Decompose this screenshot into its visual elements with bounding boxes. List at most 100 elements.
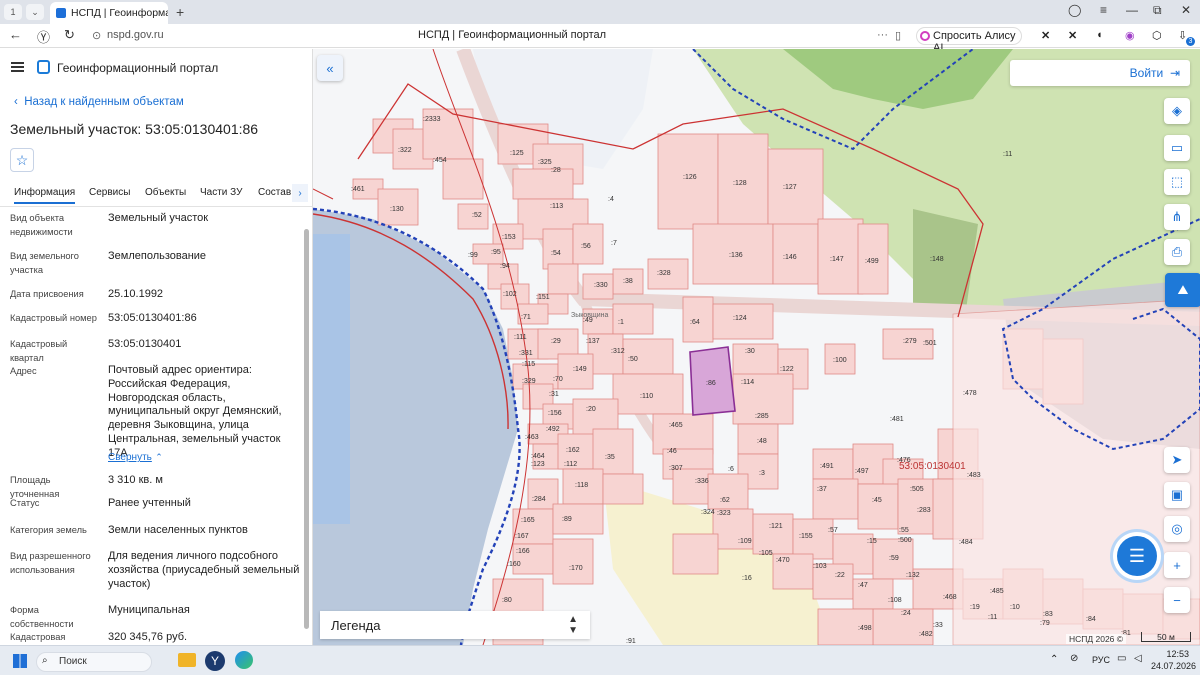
tray-chevron-icon[interactable]: ⌃ xyxy=(1050,654,1058,665)
file-explorer-icon[interactable] xyxy=(178,653,196,667)
language-indicator[interactable]: РУС xyxy=(1092,655,1110,665)
field-label: Вид объекта недвижимости xyxy=(10,213,73,237)
site-info-icon[interactable]: ⊙ xyxy=(92,29,101,42)
parcel-number: :56 xyxy=(581,243,591,250)
edge-icon[interactable] xyxy=(235,651,253,669)
parcel-number: :108 xyxy=(888,597,902,604)
parcel-number: :336 xyxy=(695,478,709,485)
back-to-results-link[interactable]: ‹ Назад к найденным объектам xyxy=(14,96,184,108)
tab-objects[interactable]: Объекты xyxy=(145,187,186,198)
clock-date[interactable]: 24.07.2026 xyxy=(1151,661,1196,671)
tab-counter[interactable]: 1 xyxy=(4,4,22,20)
parcel-number: :170 xyxy=(569,565,583,572)
search-point-icon[interactable]: ◎ xyxy=(1164,516,1190,542)
maximize-icon[interactable]: ⧉ xyxy=(1153,3,1162,18)
parcel-number: :454 xyxy=(433,157,447,164)
favorite-star-icon[interactable]: ☆ xyxy=(10,148,34,172)
ruler-icon[interactable]: ▭ xyxy=(1164,135,1190,161)
parcel-number: :10 xyxy=(1010,604,1020,611)
parcel-number: :331 xyxy=(519,350,533,357)
share-icon[interactable]: ⋔ xyxy=(1164,204,1190,230)
zoom-in-icon[interactable]: + xyxy=(1164,552,1190,578)
extension-icon[interactable]: ✕ xyxy=(1068,29,1077,42)
print-icon[interactable]: ⎙ xyxy=(1164,239,1190,265)
parcel-number: :64 xyxy=(690,319,700,326)
parcel-number: :149 xyxy=(573,366,587,373)
minimize-icon[interactable]: — xyxy=(1126,3,1138,17)
parcel-number: :484 xyxy=(959,539,973,546)
parcel-number: :322 xyxy=(398,147,412,154)
lake-highlight xyxy=(313,234,350,524)
layers-icon[interactable]: ◈ xyxy=(1164,98,1190,124)
tab-parts[interactable]: Части ЗУ xyxy=(200,187,242,198)
page-title: НСПД | Геоинформационный портал xyxy=(418,29,607,41)
panel-scrollbar[interactable] xyxy=(304,229,309,629)
browser-tab[interactable]: НСПД | Геоинформаци ✕ xyxy=(50,2,168,24)
cadastral-map[interactable]: :2333 :322 :454 :125 :325 :28 :461 :130 … xyxy=(313,49,1200,645)
extension-icon[interactable]: ◖ xyxy=(1096,29,1103,41)
display-icon[interactable]: ▭ xyxy=(1117,653,1126,664)
bookmark-icon[interactable]: ▯ xyxy=(895,29,901,42)
field-label: Адрес xyxy=(10,366,37,376)
parcel-number: :160 xyxy=(507,561,521,568)
login-button[interactable]: Войти ⇥ xyxy=(1010,60,1190,86)
more-icon[interactable]: ··· xyxy=(877,29,888,41)
collapse-link[interactable]: Свернуть ⌃ xyxy=(108,449,163,463)
parcel-number: :115 xyxy=(522,361,535,368)
tab-composition[interactable]: Состав xyxy=(258,187,291,198)
parcel-number: :465 xyxy=(669,422,683,429)
legend-panel[interactable]: Легенда ▲ ▼ xyxy=(320,611,590,639)
tabs-scroll-right-icon[interactable]: › xyxy=(292,184,308,202)
network-icon[interactable]: ⊘ xyxy=(1070,653,1078,664)
back-icon[interactable]: ← xyxy=(9,27,22,42)
map-canvas[interactable]: :2333 :322 :454 :125 :325 :28 :461 :130 … xyxy=(313,49,1200,645)
yandex-icon[interactable]: Ⓨ xyxy=(37,27,50,46)
extension-icon[interactable]: ◉ xyxy=(1125,29,1135,42)
menu-icon[interactable]: ≡ xyxy=(1100,3,1107,17)
tab-information[interactable]: Информация xyxy=(14,187,76,204)
extension-icon[interactable]: ⬡ xyxy=(1152,29,1162,42)
parcel-number: :279 xyxy=(903,338,917,345)
tab-services[interactable]: Сервисы xyxy=(89,187,130,198)
parcel-number: :62 xyxy=(720,497,730,504)
minimap-icon[interactable]: ▣ xyxy=(1164,482,1190,508)
parcel-number: :483 xyxy=(967,472,981,479)
parcel-number: :48 xyxy=(757,438,767,445)
collapse-panel-icon[interactable]: « xyxy=(317,55,343,81)
field-value: 53:05:0130401 xyxy=(108,338,182,350)
yandex-browser-icon[interactable]: Y xyxy=(205,651,225,671)
clock-time[interactable]: 12:53 xyxy=(1155,649,1189,659)
parcel-number: :124 xyxy=(733,315,747,322)
field-label: Дата присвоения xyxy=(10,289,84,299)
parcel-number: :114 xyxy=(741,379,754,386)
menu-icon[interactable] xyxy=(11,62,24,72)
chat-assistant-icon[interactable]: ☰ xyxy=(1117,536,1157,576)
taskbar-search[interactable]: Поиск xyxy=(36,652,152,672)
start-icon[interactable] xyxy=(13,654,27,668)
geolocation-icon[interactable]: ➤ xyxy=(1164,447,1190,473)
map-mode-icon[interactable]: ⛰ xyxy=(1165,273,1200,307)
parcel-number: :492 xyxy=(546,426,560,433)
area-select-icon[interactable]: ⬚ xyxy=(1164,169,1190,195)
parcel-number: :22 xyxy=(835,572,845,579)
parcel-number: :147 xyxy=(830,256,844,263)
reload-icon[interactable]: ↻ xyxy=(64,27,75,43)
zoom-out-icon[interactable]: − xyxy=(1164,587,1190,613)
parcel-number: :45 xyxy=(872,497,882,504)
sound-icon[interactable]: ◁ xyxy=(1134,653,1142,664)
new-tab-icon[interactable]: + xyxy=(176,4,184,20)
parcel-number: :11 xyxy=(1003,151,1012,158)
alice-button[interactable]: Спросить Алису AI xyxy=(916,27,1022,54)
field-label: Кадастровый номер xyxy=(10,313,97,323)
field-value: Для ведения личного подсобного хозяйства… xyxy=(108,550,300,590)
extension-icon[interactable]: ✕ xyxy=(1041,29,1050,42)
parcel-number: :19 xyxy=(970,604,980,611)
parcel-number: :491 xyxy=(820,463,834,470)
parcel-number: :323 xyxy=(717,510,731,517)
parcel-number: :153 xyxy=(502,234,516,241)
tab-list-chevron-icon[interactable]: ⌄ xyxy=(26,4,44,20)
expand-legend-icon[interactable]: ▲ ▼ xyxy=(568,614,578,636)
url-text[interactable]: nspd.gov.ru xyxy=(107,29,164,41)
close-window-icon[interactable]: ✕ xyxy=(1181,3,1191,17)
profile-icon[interactable]: ◯ xyxy=(1068,3,1081,17)
